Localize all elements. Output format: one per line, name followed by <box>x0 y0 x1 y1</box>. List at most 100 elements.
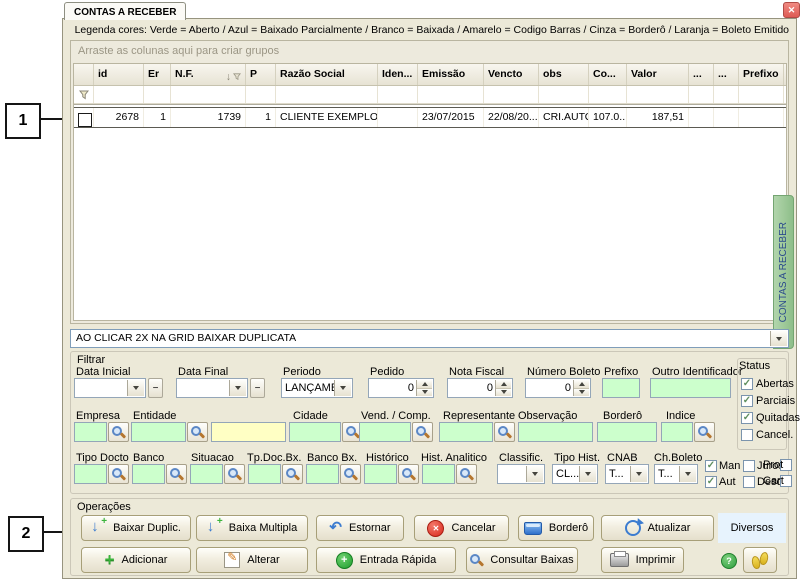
column-header-nf[interactable]: N.F. ↓ <box>171 64 246 85</box>
status-cancel-checkbox[interactable] <box>741 429 753 441</box>
filter-cell-valor[interactable] <box>627 86 689 103</box>
bordero-button[interactable]: Borderô <box>518 515 594 541</box>
flag-juros-checkbox[interactable] <box>743 460 755 472</box>
cnab-select[interactable]: T... <box>605 464 649 484</box>
banco-input[interactable] <box>132 464 165 484</box>
column-header-co[interactable]: Co... <box>589 64 627 85</box>
filter-cell-obs[interactable] <box>539 86 589 103</box>
spin-down-icon[interactable] <box>574 389 589 397</box>
filter-cell-emissao[interactable] <box>418 86 484 103</box>
estornar-button[interactable]: ↶ Estornar <box>316 515 404 541</box>
pedido-spinner[interactable]: 0 <box>368 378 434 398</box>
periodo-dropdown-icon[interactable] <box>334 380 351 396</box>
group-by-hint[interactable]: Arraste as colunas aqui para criar grupo… <box>78 45 279 57</box>
close-button[interactable]: ✕ <box>783 2 800 18</box>
ch-boleto-select[interactable]: T... <box>654 464 698 484</box>
column-header-vencto[interactable]: Vencto <box>484 64 539 85</box>
banco-bx-input[interactable] <box>306 464 339 484</box>
indice-input[interactable] <box>661 422 693 442</box>
data-inicial-clear-button[interactable]: − <box>148 378 163 398</box>
filter-cell-co[interactable] <box>589 86 627 103</box>
outro-identificador-input[interactable] <box>650 378 731 398</box>
filter-cell-iden[interactable] <box>378 86 418 103</box>
bordero-input[interactable] <box>597 422 657 442</box>
column-header-selector[interactable] <box>74 64 94 85</box>
historico-search-button[interactable] <box>398 464 419 484</box>
data-final-clear-button[interactable]: − <box>250 378 265 398</box>
situacao-search-button[interactable] <box>224 464 245 484</box>
column-header-razao-social[interactable]: Razão Social <box>276 64 378 85</box>
filter-cell-p[interactable] <box>246 86 276 103</box>
column-header-er[interactable]: Er <box>144 64 171 85</box>
spin-down-icon[interactable] <box>496 389 511 397</box>
spin-up-icon[interactable] <box>574 380 589 389</box>
prefixo-input[interactable] <box>602 378 640 398</box>
tipo-docto-input[interactable] <box>74 464 107 484</box>
hist-analitico-input[interactable] <box>422 464 455 484</box>
help-button[interactable]: ? <box>721 553 737 569</box>
representante-input[interactable] <box>439 422 493 442</box>
spin-down-icon[interactable] <box>417 389 432 397</box>
filter-cell-dots1[interactable] <box>689 86 714 103</box>
consultar-baixas-button[interactable]: Consultar Baixas <box>466 547 578 573</box>
data-inicial-dropdown-icon[interactable] <box>127 380 144 396</box>
baixar-duplic-button[interactable]: ↓+ Baixar Duplic. <box>81 515 191 541</box>
entidade-search-button[interactable] <box>187 422 208 442</box>
tp-doc-bx-search-button[interactable] <box>282 464 303 484</box>
cancelar-button[interactable]: ✕ Cancelar <box>414 515 509 541</box>
alterar-button[interactable]: ✎ Alterar <box>196 547 308 573</box>
sort-descending-icon[interactable]: ↓ <box>226 71 231 83</box>
flag-aut-checkbox[interactable] <box>705 476 717 488</box>
entrada-rapida-button[interactable]: + Entrada Rápida <box>316 547 456 573</box>
banco-search-button[interactable] <box>166 464 187 484</box>
filter-cell-dots2[interactable] <box>714 86 739 103</box>
status-parciais-checkbox[interactable] <box>741 395 753 407</box>
representante-search-button[interactable] <box>494 422 515 442</box>
classific-select[interactable] <box>497 464 545 484</box>
empresa-search-button[interactable] <box>108 422 129 442</box>
data-final-dropdown-icon[interactable] <box>229 380 246 396</box>
vend-comp-input[interactable] <box>359 422 411 442</box>
empresa-input[interactable] <box>74 422 107 442</box>
chevron-down-icon[interactable] <box>770 331 787 346</box>
historico-input[interactable] <box>364 464 397 484</box>
filter-row-funnel-icon[interactable] <box>74 86 94 103</box>
filter-cell-prefixo[interactable] <box>739 86 784 103</box>
situacao-input[interactable] <box>190 464 223 484</box>
diversos-button[interactable]: Diversos <box>718 513 786 543</box>
periodo-select[interactable]: LANÇAME... <box>281 378 353 398</box>
column-header-prefixo[interactable]: Prefixo <box>739 64 784 85</box>
spin-up-icon[interactable] <box>496 380 511 389</box>
data-final-input[interactable] <box>176 378 248 398</box>
tp-doc-bx-input[interactable] <box>248 464 281 484</box>
entidade-input[interactable] <box>131 422 186 442</box>
numero-boleto-spinner[interactable]: 0 <box>525 378 591 398</box>
filter-cell-vencto[interactable] <box>484 86 539 103</box>
filter-cell-razao-social[interactable] <box>276 86 378 103</box>
atualizar-button[interactable]: Atualizar <box>601 515 714 541</box>
vend-comp-search-button[interactable] <box>412 422 433 442</box>
classific-dropdown-icon[interactable] <box>526 466 543 482</box>
filter-cell-nf[interactable] <box>171 86 246 103</box>
filter-funnel-icon[interactable] <box>233 73 241 81</box>
nota-fiscal-spinner[interactable]: 0 <box>447 378 513 398</box>
side-tab-contas-a-receber[interactable]: CONTAS A RECEBER <box>773 195 794 349</box>
adicionar-button[interactable]: + Adicionar <box>81 547 191 573</box>
tab-contas-a-receber[interactable]: CONTAS A RECEBER <box>64 2 186 20</box>
flag-man-checkbox[interactable] <box>705 460 717 472</box>
column-header-id[interactable]: id <box>94 64 144 85</box>
filter-cell-er[interactable] <box>144 86 171 103</box>
status-abertas-checkbox[interactable] <box>741 378 753 390</box>
column-header-p[interactable]: P <box>246 64 276 85</box>
cnab-dropdown-icon[interactable] <box>630 466 647 482</box>
imprimir-button[interactable]: Imprimir <box>601 547 684 573</box>
flag-desc-checkbox[interactable] <box>743 476 755 488</box>
footprints-button[interactable] <box>743 547 777 573</box>
column-header-dots2[interactable]: ... <box>714 64 739 85</box>
spin-up-icon[interactable] <box>417 380 432 389</box>
column-header-iden[interactable]: Iden... <box>378 64 418 85</box>
observacao-input[interactable] <box>518 422 593 442</box>
tipo-hist-dropdown-icon[interactable] <box>579 466 596 482</box>
cidade-input[interactable] <box>289 422 341 442</box>
ch-boleto-dropdown-icon[interactable] <box>679 466 696 482</box>
